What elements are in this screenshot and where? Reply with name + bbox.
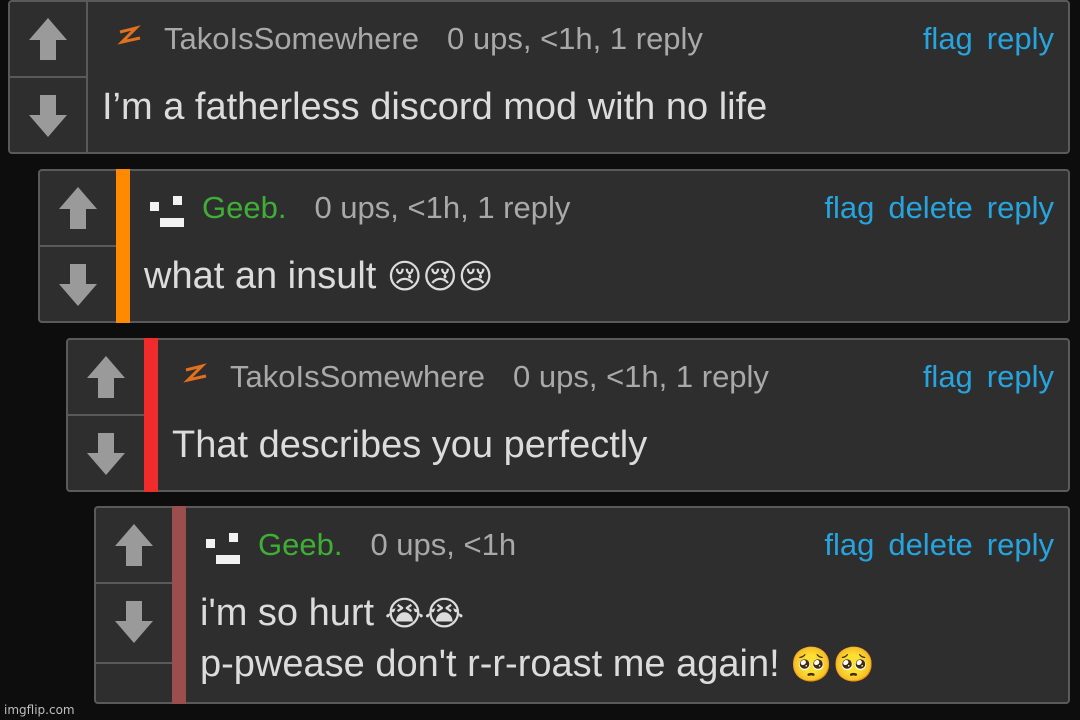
flag-link[interactable]: flag: [923, 21, 973, 57]
upvote-button[interactable]: [10, 2, 86, 78]
glitch-logo-icon: [204, 523, 242, 567]
reply-link[interactable]: reply: [987, 21, 1054, 57]
lightning-icon: [117, 25, 141, 45]
upvote-button[interactable]: [40, 171, 116, 247]
comment-body: i'm so hurt 😭😭 p-pwease don't r-r-roast …: [200, 588, 875, 690]
glitch-logo-icon: [148, 186, 186, 230]
downvote-button[interactable]: [96, 584, 172, 660]
comment-text: p-pwease don't r-r-roast me again!: [200, 643, 780, 685]
delete-link[interactable]: delete: [888, 527, 972, 563]
comment-username[interactable]: TakoIsSomewhere: [230, 359, 485, 395]
arrow-down-icon: [29, 95, 67, 137]
crying-face-emoji: 😢😢😢: [386, 257, 494, 297]
arrow-down-icon: [87, 433, 125, 475]
thread-depth-bar: [172, 506, 186, 704]
comment-actions: flag delete reply: [824, 171, 1054, 245]
comment-body: That describes you perfectly: [172, 420, 647, 470]
comment-header: TakoIsSomewhere 0 ups, <1h, 1 reply: [110, 2, 1054, 76]
comment-line: p-pwease don't r-r-roast me again! 🥺🥺: [200, 639, 875, 690]
vote-column: [10, 2, 88, 152]
lightning-icon: [183, 363, 207, 383]
comment-meta: 0 ups, <1h: [370, 527, 517, 562]
watermark: imgflip.com: [4, 703, 75, 717]
comment-username[interactable]: Geeb.: [202, 190, 286, 226]
delete-link[interactable]: delete: [888, 190, 972, 226]
upvote-button[interactable]: [96, 508, 172, 584]
reply-link[interactable]: reply: [987, 527, 1054, 563]
flag-link[interactable]: flag: [923, 359, 973, 395]
arrow-up-icon: [87, 356, 125, 398]
comment-text: That describes you perfectly: [172, 424, 648, 466]
comment-text: i'm so hurt: [200, 592, 375, 634]
flag-link[interactable]: flag: [824, 527, 874, 563]
pleading-face-emoji: 🥺🥺: [790, 645, 875, 685]
reply-link[interactable]: reply: [987, 359, 1054, 395]
comment: Geeb. 0 ups, <1h, 1 reply flag delete re…: [38, 169, 1070, 323]
arrow-down-icon: [59, 264, 97, 306]
comment-username[interactable]: Geeb.: [258, 527, 342, 563]
comment-meta: 0 ups, <1h, 1 reply: [513, 359, 769, 394]
downvote-button[interactable]: [68, 416, 144, 492]
loudly-crying-emoji: 😭😭: [384, 594, 465, 634]
thread-depth-bar: [144, 338, 158, 492]
downvote-button[interactable]: [40, 247, 116, 323]
comment: TakoIsSomewhere 0 ups, <1h, 1 reply flag…: [8, 0, 1070, 154]
flag-link[interactable]: flag: [824, 190, 874, 226]
comment-username[interactable]: TakoIsSomewhere: [164, 21, 419, 57]
comment-body: what an insult 😢😢😢: [144, 251, 493, 302]
comment: TakoIsSomewhere 0 ups, <1h, 1 reply flag…: [66, 338, 1070, 492]
vote-column: [40, 171, 118, 321]
comment-actions: flag reply: [923, 2, 1054, 76]
reply-link[interactable]: reply: [987, 190, 1054, 226]
arrow-up-icon: [115, 524, 153, 566]
comment-meta: 0 ups, <1h, 1 reply: [314, 190, 571, 225]
arrow-down-icon: [115, 601, 153, 643]
comment-actions: flag delete reply: [824, 508, 1054, 582]
upvote-button[interactable]: [68, 340, 144, 416]
comment-line: i'm so hurt 😭😭: [200, 588, 875, 639]
arrow-up-icon: [59, 187, 97, 229]
comment-body: I’m a fatherless discord mod with no lif…: [102, 82, 767, 132]
vote-column: [68, 340, 146, 490]
comment-actions: flag reply: [923, 340, 1054, 414]
comment: Geeb. 0 ups, <1h flag delete reply i'm s…: [94, 506, 1070, 704]
comment-text: I’m a fatherless discord mod with no lif…: [102, 86, 768, 128]
arrow-up-icon: [29, 18, 67, 60]
vote-column: [96, 508, 174, 664]
downvote-button[interactable]: [10, 78, 86, 154]
comment-text: what an insult: [144, 255, 377, 297]
thread-depth-bar: [116, 169, 130, 323]
comment-meta: 0 ups, <1h, 1 reply: [447, 21, 703, 56]
